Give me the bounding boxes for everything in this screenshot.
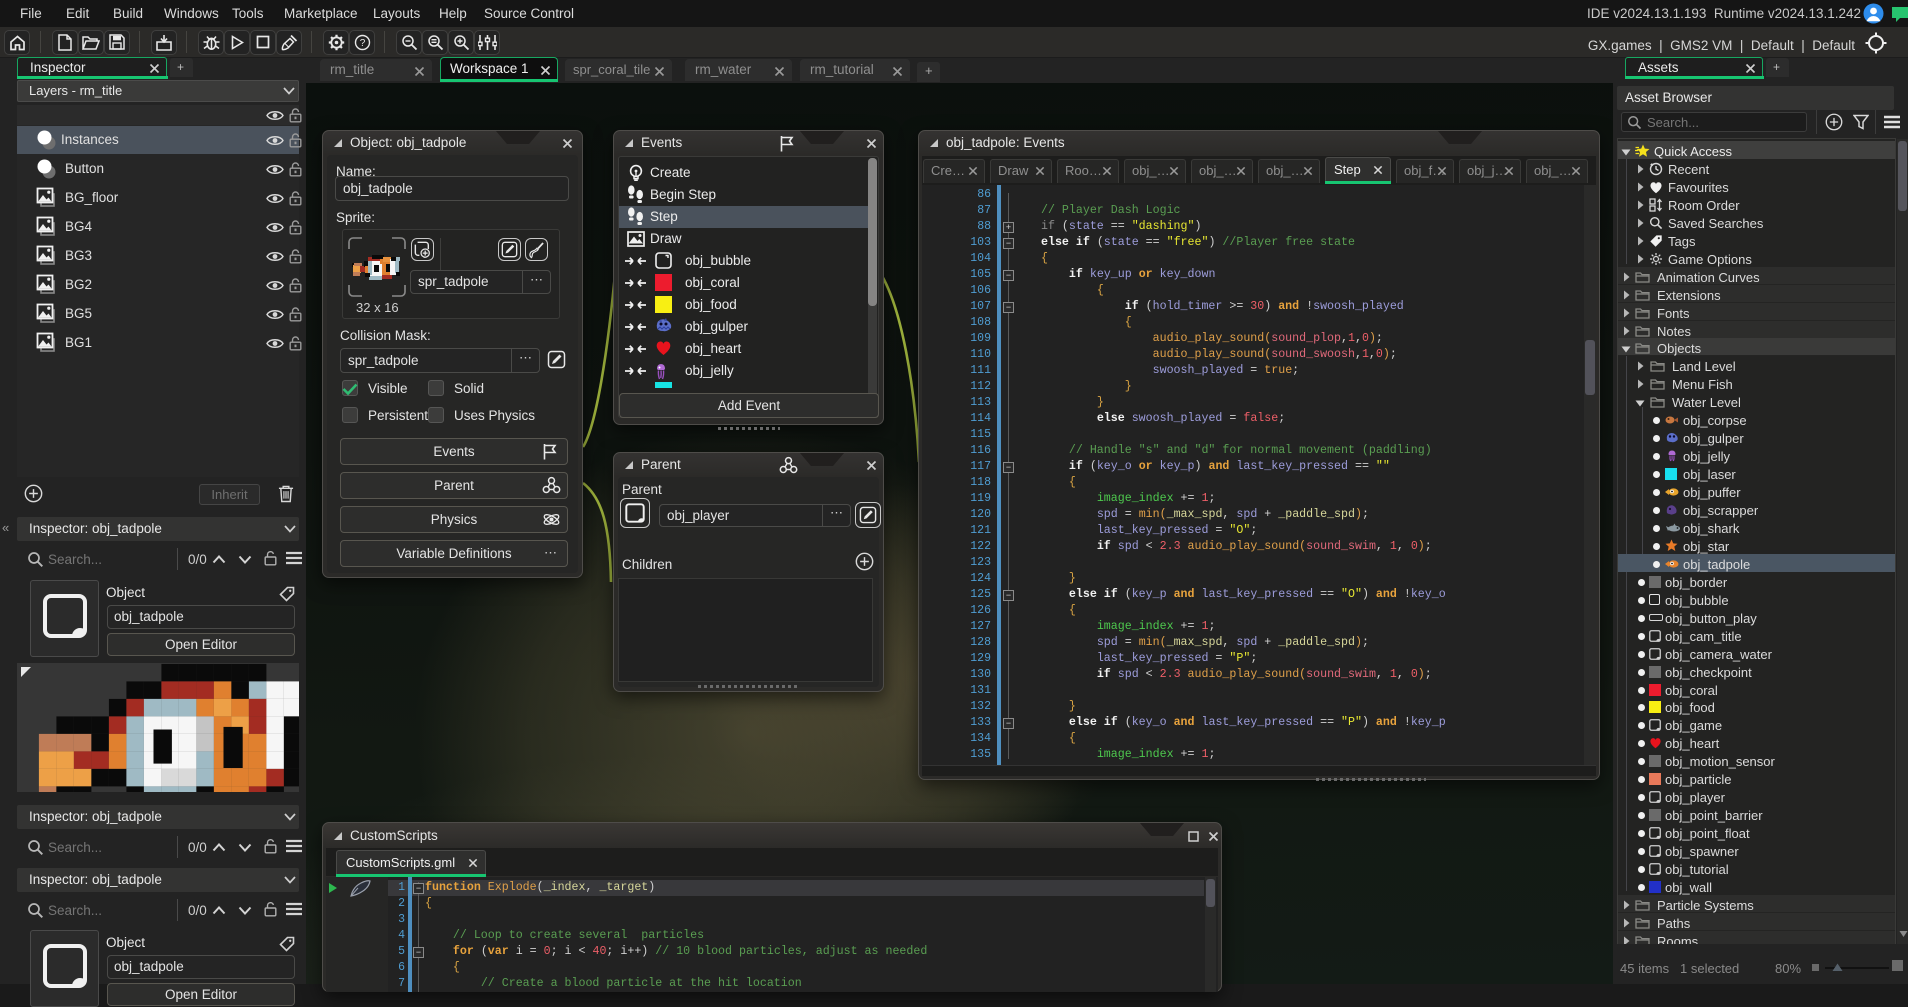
svg-text:?: ? — [360, 38, 366, 49]
